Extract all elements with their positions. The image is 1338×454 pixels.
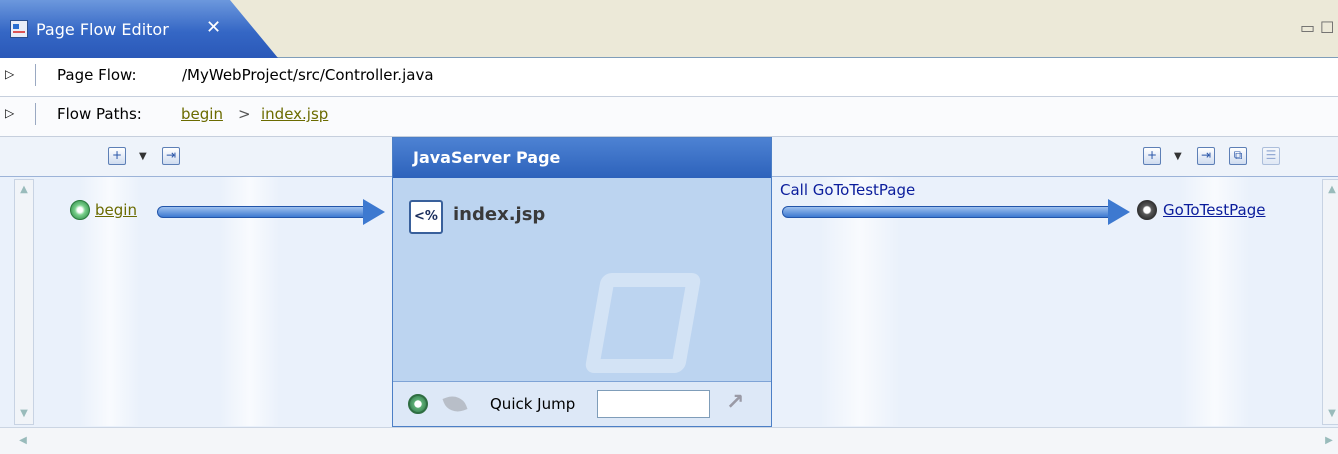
- scroll-down-icon[interactable]: ▼: [15, 404, 33, 424]
- breadcrumb-separator: >: [238, 105, 251, 123]
- call-gototestpage-label[interactable]: Call GoToTestPage: [780, 181, 915, 199]
- chevron-down-icon[interactable]: ▼: [1174, 151, 1182, 162]
- expand-triangle-icon[interactable]: ▷: [5, 67, 19, 85]
- add-node-icon[interactable]: +: [1143, 147, 1161, 165]
- scroll-up-icon[interactable]: ▲: [15, 180, 33, 200]
- chevron-down-icon[interactable]: ▼: [139, 151, 147, 162]
- action-node-icon: [1137, 200, 1157, 220]
- expand-triangle-icon[interactable]: ▷: [5, 106, 19, 124]
- editor-tab-bar: Page Flow Editor ✕ ▭ ☐: [0, 0, 1338, 58]
- jsp-panel-header: JavaServer Page: [393, 138, 771, 178]
- page-flow-path: /MyWebProject/src/Controller.java: [182, 66, 434, 84]
- quick-jump-bar: Quick Jump ↗: [393, 381, 771, 426]
- flow-paths-row: ▷ Flow Paths: begin > index.jsp: [0, 97, 1338, 137]
- maximize-icon[interactable]: ☐: [1320, 18, 1334, 37]
- begin-node-link[interactable]: begin: [95, 201, 137, 219]
- add-node-icon[interactable]: +: [108, 147, 126, 165]
- properties-icon[interactable]: ☰: [1262, 147, 1280, 165]
- scroll-down-icon[interactable]: ▼: [1323, 404, 1338, 424]
- divider: [35, 64, 36, 86]
- page-flow-icon: [10, 20, 28, 38]
- page-flow-canvas: + ▼ ⇥ + ▼ ⇥ ⧉ ☰ ▲ ▼ ▲ ▼ begin JavaServer…: [0, 137, 1338, 454]
- quick-jump-input[interactable]: [597, 390, 710, 418]
- tab-page-flow-editor[interactable]: Page Flow Editor ✕: [0, 0, 278, 58]
- navigate-icon[interactable]: ⇥: [1197, 147, 1215, 165]
- scroll-up-icon[interactable]: ▲: [1323, 180, 1338, 200]
- flow-arrow-begin: [157, 199, 385, 225]
- page-flow-label: Page Flow:: [57, 66, 137, 84]
- scroll-left-icon[interactable]: ◀: [14, 431, 32, 451]
- divider: [35, 103, 36, 125]
- horizontal-scrollbar[interactable]: ◀ ▶: [0, 427, 1338, 454]
- jsp-node-panel: JavaServer Page <% index.jsp Quick Jump …: [392, 137, 772, 427]
- close-icon[interactable]: ✕: [206, 17, 221, 38]
- minimize-icon[interactable]: ▭: [1300, 18, 1315, 37]
- left-vertical-scrollbar[interactable]: ▲ ▼: [14, 179, 34, 425]
- go-arrow-icon[interactable]: ↗: [726, 392, 748, 414]
- jsp-file-icon: <%: [409, 200, 443, 234]
- quick-jump-label: Quick Jump: [490, 395, 576, 413]
- jsp-file-name[interactable]: index.jsp: [453, 204, 545, 225]
- jsp-panel-body: <% index.jsp: [393, 178, 771, 381]
- flow-paths-label: Flow Paths:: [57, 105, 142, 123]
- scroll-right-icon[interactable]: ▶: [1320, 431, 1338, 451]
- flow-arrow-gototestpage: [782, 199, 1130, 225]
- breadcrumb-index-jsp[interactable]: index.jsp: [261, 105, 328, 123]
- navigate-icon[interactable]: ⇥: [162, 147, 180, 165]
- leaf-icon[interactable]: [442, 392, 468, 416]
- breadcrumb-begin[interactable]: begin: [181, 105, 223, 123]
- link-icon[interactable]: ⧉: [1229, 147, 1247, 165]
- watermark-icon: [584, 273, 702, 373]
- begin-action-icon: [70, 200, 90, 220]
- tab-title: Page Flow Editor: [36, 20, 169, 39]
- refresh-icon[interactable]: [408, 394, 428, 414]
- page-flow-row: ▷ Page Flow: /MyWebProject/src/Controlle…: [0, 58, 1338, 97]
- gototestpage-node-link[interactable]: GoToTestPage: [1163, 201, 1265, 219]
- right-vertical-scrollbar[interactable]: ▲ ▼: [1322, 179, 1338, 425]
